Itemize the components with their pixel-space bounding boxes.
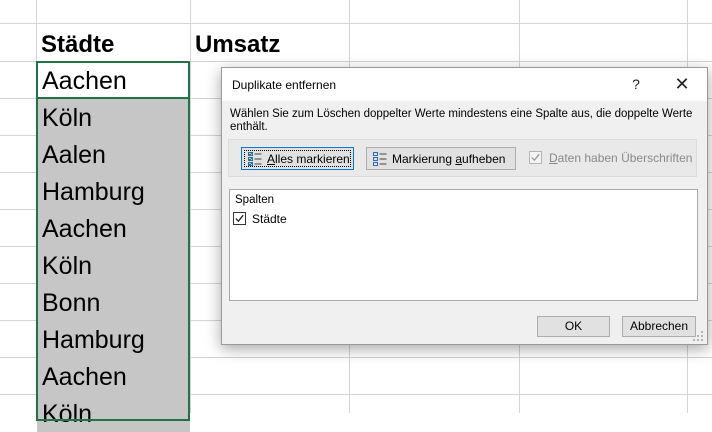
cell-value: Bonn: [42, 289, 101, 317]
cell-value: Köln: [42, 252, 93, 280]
resize-grip-icon[interactable]: [692, 330, 704, 342]
check-icon: [235, 214, 244, 223]
data-cell[interactable]: Aachen: [37, 210, 190, 247]
dialog-description: Wählen Sie zum Löschen doppelter Werte m…: [230, 108, 693, 133]
check-icon: [531, 153, 540, 162]
data-cell[interactable]: Aalen: [37, 136, 190, 173]
help-button[interactable]: ?: [622, 72, 650, 96]
header-cell-umsatz[interactable]: Umsatz: [195, 33, 280, 57]
unselect-all-icon: [373, 152, 387, 166]
cell-value: Köln: [42, 400, 93, 428]
select-all-label: Alles markieren: [267, 152, 350, 166]
data-cell[interactable]: Köln: [37, 99, 190, 136]
select-all-button[interactable]: Alles markieren: [241, 147, 354, 170]
cell-value: Köln: [42, 104, 93, 132]
dialog-titlebar[interactable]: Duplikate entfernen ? ✕: [222, 68, 707, 101]
data-cell[interactable]: Hamburg: [37, 173, 190, 210]
unselect-all-button[interactable]: Markierung aufheben: [366, 147, 516, 170]
cell-value: Hamburg: [42, 178, 145, 206]
data-cell[interactable]: Aachen: [37, 358, 190, 395]
ok-button[interactable]: OK: [537, 316, 610, 337]
data-cell[interactable]: Köln: [37, 247, 190, 284]
cell-value: Aachen: [42, 363, 127, 391]
columns-list-header: Spalten: [235, 194, 275, 206]
dialog-title: Duplikate entfernen: [232, 78, 337, 92]
data-cell[interactable]: Aachen: [37, 62, 190, 99]
close-icon: ✕: [674, 74, 690, 94]
unselect-all-label: Markierung aufheben: [392, 152, 506, 166]
cell-value: Aachen: [42, 215, 127, 243]
close-button[interactable]: ✕: [667, 72, 697, 96]
data-cell[interactable]: Bonn: [37, 284, 190, 321]
cell-value: Aalen: [42, 141, 106, 169]
data-cell[interactable]: Köln: [37, 395, 190, 432]
select-all-icon: [248, 152, 262, 166]
has-headers-label: Daten haben Überschriften: [549, 151, 693, 165]
grid-line: [0, 23, 712, 24]
has-headers-checkbox[interactable]: [529, 151, 542, 164]
cell-value: Hamburg: [42, 326, 145, 354]
column-label: Städte: [252, 212, 287, 226]
cancel-button[interactable]: Abbrechen: [622, 316, 696, 337]
data-cell[interactable]: Hamburg: [37, 321, 190, 358]
remove-duplicates-dialog: Duplikate entfernen ? ✕ Wählen Sie zum L…: [221, 67, 708, 345]
dialog-toolbar: Alles markieren Markierung aufheben Date…: [228, 139, 697, 177]
cell-value: Aachen: [42, 67, 127, 95]
columns-list[interactable]: Spalten Städte: [229, 189, 698, 301]
header-cell-staedte[interactable]: Städte: [41, 33, 114, 57]
column-checkbox[interactable]: [233, 212, 246, 225]
